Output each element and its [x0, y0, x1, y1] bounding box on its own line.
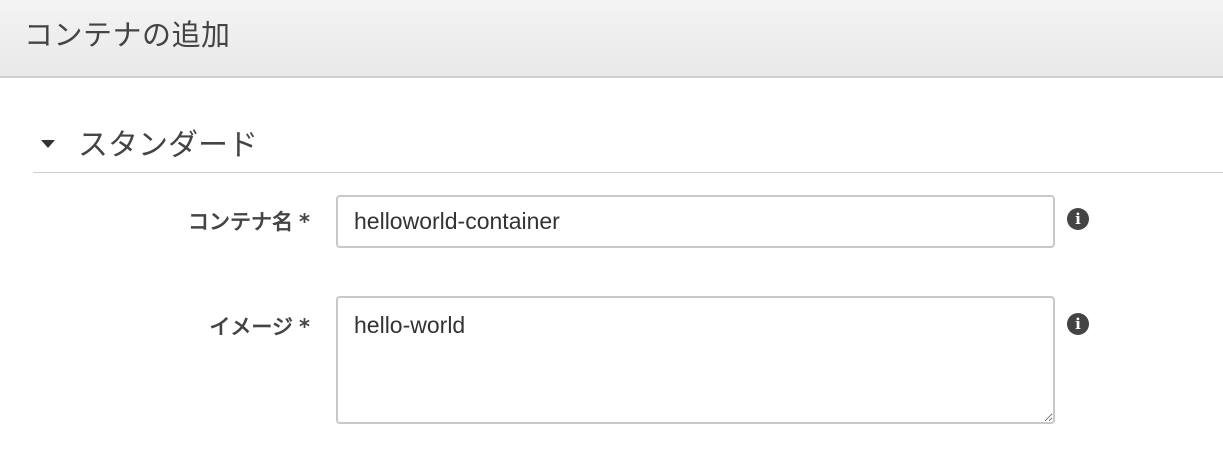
container-name-input[interactable] [336, 195, 1055, 248]
info-icon[interactable]: i [1067, 313, 1089, 335]
info-icon[interactable]: i [1067, 208, 1089, 230]
image-label-text: イメージ [209, 315, 294, 339]
add-container-panel: コンテナの追加 スタンダード コンテナ名* i イメージ* hello-worl… [0, 0, 1223, 453]
panel-header: コンテナの追加 [0, 0, 1223, 78]
page-title: コンテナの追加 [24, 18, 231, 52]
required-mark: * [299, 315, 310, 339]
image-label: イメージ * [10, 311, 310, 341]
image-textarea[interactable]: hello-world [336, 296, 1055, 424]
section-toggle-standard[interactable]: スタンダード [33, 108, 1223, 173]
caret-down-icon[interactable] [41, 140, 55, 148]
container-name-label: コンテナ名 * [10, 206, 310, 236]
container-name-label-text: コンテナ名 [188, 210, 294, 234]
section-title: スタンダード [78, 128, 258, 163]
required-mark: * [299, 210, 310, 234]
